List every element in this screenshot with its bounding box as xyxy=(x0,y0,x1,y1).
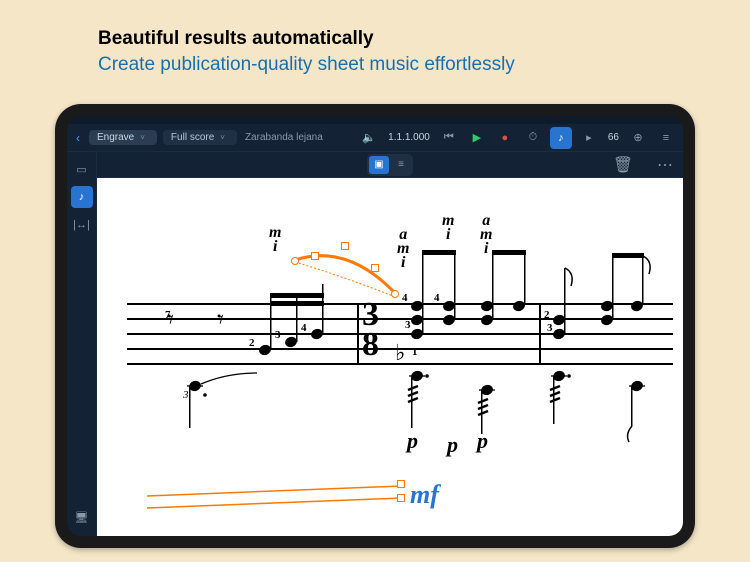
transport-position: 1.1.1.000 xyxy=(388,132,430,143)
edit-mode-group: ▣ ≡ xyxy=(367,154,413,176)
fret-number: 3 xyxy=(275,328,281,342)
tempo-icon[interactable]: ▸ xyxy=(578,127,600,149)
dynamic-p: p xyxy=(407,428,418,454)
tablet-frame: ‹ Engrave Full score Zarabanda lejana 🔈 … xyxy=(55,104,695,548)
fret-number: 2 xyxy=(544,308,550,322)
notes-panel-button[interactable]: ♪ xyxy=(71,186,93,208)
score-canvas[interactable]: 3 8 𝄾 𝄾 xyxy=(97,178,683,536)
fret-number: 7 xyxy=(165,308,171,322)
graphic-edit-button[interactable]: ▣ xyxy=(369,156,389,174)
tempo-value: 66 xyxy=(608,132,619,143)
staff-edit-button[interactable]: ≡ xyxy=(391,156,411,174)
play-icon[interactable]: ▶ xyxy=(466,127,488,149)
fingering-label: mi xyxy=(269,226,281,254)
note-tool-icon[interactable]: ♪ xyxy=(550,127,572,149)
fingering-label: mi xyxy=(442,214,454,242)
fret-number: 4 xyxy=(402,291,408,305)
fret-number: 1 xyxy=(412,345,418,359)
slur-handle[interactable] xyxy=(371,264,379,272)
menu-icon[interactable]: ≡ xyxy=(655,127,677,149)
record-icon[interactable]: ● xyxy=(494,127,516,149)
dynamic-mf: mf xyxy=(410,480,439,510)
svg-text:𝄾: 𝄾 xyxy=(217,305,224,334)
trash-icon[interactable]: 🗑 xyxy=(613,155,633,175)
project-name: Zarabanda lejana xyxy=(245,132,323,143)
panels-button[interactable]: ▭ xyxy=(71,158,93,180)
secondary-toolbar: ▣ ≡ 🗑 ⋯ xyxy=(97,152,683,178)
bars-panel-button[interactable]: |↔| xyxy=(71,214,93,236)
fret-number: 3 xyxy=(405,318,411,332)
slur-handle[interactable] xyxy=(291,257,299,265)
fingering-label: ami xyxy=(480,214,492,256)
back-button[interactable]: ‹ xyxy=(73,131,83,145)
marketing-subheadline: Create publication-quality sheet music e… xyxy=(98,54,515,76)
slur-handle[interactable] xyxy=(341,242,349,250)
top-toolbar: ‹ Engrave Full score Zarabanda lejana 🔈 … xyxy=(67,124,683,152)
left-sidebar: ▭ ♪ |↔| 🖥 xyxy=(67,152,97,536)
marketing-headline: Beautiful results automatically xyxy=(98,28,374,50)
mode-selector[interactable]: Engrave xyxy=(89,130,157,145)
app-screen: ‹ Engrave Full score Zarabanda lejana 🔈 … xyxy=(67,116,683,536)
layout-selector[interactable]: Full score xyxy=(163,130,237,145)
svg-text:♭: ♭ xyxy=(395,340,405,365)
status-bar xyxy=(67,116,683,124)
speaker-icon[interactable]: 🔈 xyxy=(358,127,380,149)
dynamic-p: p xyxy=(447,432,458,458)
zoom-icon[interactable]: ⊕ xyxy=(627,127,649,149)
hairpin-handle[interactable] xyxy=(397,494,405,502)
more-icon[interactable]: ⋯ xyxy=(655,155,675,175)
slur-handle[interactable] xyxy=(311,252,319,260)
slur-handle[interactable] xyxy=(391,290,399,298)
selected-hairpin-top xyxy=(147,486,402,496)
monitor-button[interactable]: 🖥 xyxy=(71,506,93,528)
hairpin-handle[interactable] xyxy=(397,480,405,488)
svg-text:3: 3 xyxy=(182,389,189,401)
skip-back-icon[interactable]: ⏮ xyxy=(438,127,460,149)
selected-slur xyxy=(295,256,395,293)
dynamic-p: p xyxy=(477,428,488,454)
fingering-label: ami xyxy=(397,228,409,270)
fret-number: 3 xyxy=(547,321,553,335)
click-icon[interactable]: ⏱ xyxy=(522,127,544,149)
fret-number: 2 xyxy=(249,336,255,350)
selected-hairpin-bottom xyxy=(147,498,402,508)
main-area: ▣ ≡ 🗑 ⋯ xyxy=(97,152,683,536)
fret-number: 4 xyxy=(301,321,307,335)
fret-number: 4 xyxy=(434,291,440,305)
